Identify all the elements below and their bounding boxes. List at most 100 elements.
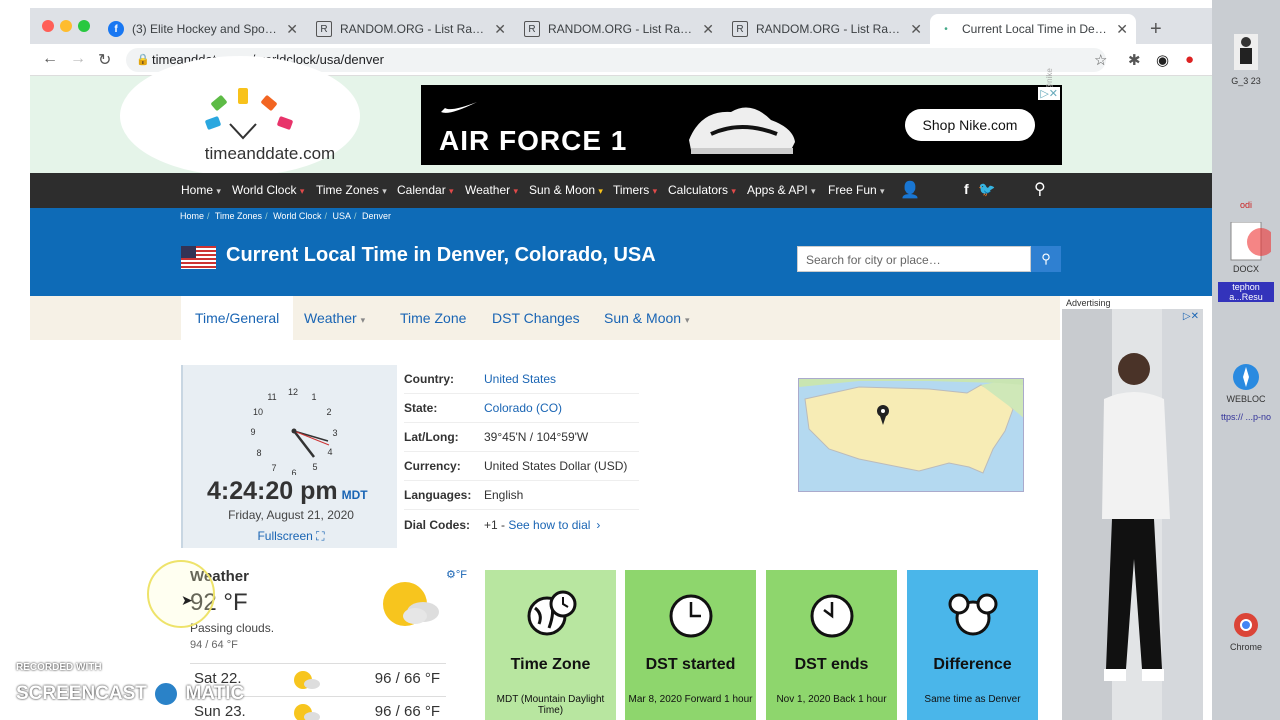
tile-subtitle: Mar 8, 2020 Forward 1 hour xyxy=(628,694,753,705)
info-row-languages: Languages: English xyxy=(404,481,639,510)
ad-close-icon[interactable]: ▷✕ xyxy=(1038,87,1060,100)
sub-tabs: Time/General Weather ▾ Time Zone DST Cha… xyxy=(30,296,1060,340)
side-ad[interactable]: ▷✕ xyxy=(1062,309,1203,720)
minimize-window-button[interactable] xyxy=(60,20,72,32)
nav-time-zones[interactable]: Time Zones ▾ xyxy=(316,183,387,197)
svg-text:1: 1 xyxy=(311,392,316,402)
watermark-recorded: RECORDED WITH xyxy=(16,662,102,673)
random-org-icon: R xyxy=(316,21,332,37)
forward-icon[interactable]: → xyxy=(70,50,86,68)
tile-subtitle: Same time as Denver xyxy=(924,694,1021,705)
desktop-file[interactable]: Chrome xyxy=(1218,610,1274,652)
nav-world-clock[interactable]: World Clock ▾ xyxy=(232,183,304,197)
site-logo[interactable]: timeanddate.com xyxy=(190,86,350,164)
reload-icon[interactable]: ↻ xyxy=(98,50,111,70)
nav-sun-moon[interactable]: Sun & Moon ▾ xyxy=(529,183,603,197)
breadcrumb-denver: Denver xyxy=(362,211,392,221)
time-zone-abbr[interactable]: MDT xyxy=(342,488,368,502)
mouse-cursor-icon: ➤ xyxy=(181,592,193,608)
maximize-window-button[interactable] xyxy=(78,20,90,32)
tile-difference[interactable]: Difference Same time as Denver xyxy=(907,570,1038,720)
nav-apps-api[interactable]: Apps & API ▾ xyxy=(747,183,816,197)
title-bar: Home / Time Zones / World Clock / USA / Denv… xyxy=(30,208,1212,296)
hockey-player-icon xyxy=(1234,34,1258,70)
random-org-icon: R xyxy=(732,21,748,37)
clock-forward-icon xyxy=(669,594,713,638)
facebook-icon[interactable]: f xyxy=(964,181,969,197)
us-map[interactable] xyxy=(798,378,1024,492)
main-nav: Home ▾ World Clock ▾ Time Zones ▾ Calend… xyxy=(30,173,1212,208)
desktop-file-label: ttps:// ...p-no xyxy=(1220,412,1272,422)
svg-text:8: 8 xyxy=(256,448,261,458)
fullscreen-link[interactable]: Fullscreen ⛶ xyxy=(183,529,399,544)
svg-text:6: 6 xyxy=(291,468,296,475)
ad-headline: AIR FORCE 1 xyxy=(439,125,628,156)
gear-icon: ⚙ xyxy=(446,569,456,581)
breadcrumb-time-zones[interactable]: Time Zones xyxy=(215,211,262,221)
window-controls xyxy=(42,20,96,35)
breadcrumb-usa[interactable]: USA xyxy=(332,211,351,221)
tab-label: RANDOM.ORG - List Random xyxy=(340,22,487,36)
breadcrumb-home[interactable]: Home xyxy=(180,211,204,221)
back-icon[interactable]: ← xyxy=(42,50,58,68)
browser-tab-active[interactable]: • Current Local Time in Denver ✕ xyxy=(930,14,1136,44)
browser-tab[interactable]: R RANDOM.ORG - List Random ✕ xyxy=(724,14,930,44)
nav-calculators[interactable]: Calculators ▾ xyxy=(668,183,736,197)
browser-tab[interactable]: R RANDOM.ORG - List Random ✕ xyxy=(516,14,722,44)
safari-webloc-icon xyxy=(1233,364,1259,390)
how-to-dial-link[interactable]: See how to dial xyxy=(508,518,590,532)
country-link[interactable]: United States xyxy=(484,372,556,386)
city-search-input[interactable]: Search for city or place… xyxy=(797,246,1031,272)
tab-time-zone[interactable]: Time Zone xyxy=(400,310,466,326)
tab-dst-changes[interactable]: DST Changes xyxy=(492,310,580,326)
partly-cloudy-icon xyxy=(383,582,439,626)
nav-timers[interactable]: Timers ▾ xyxy=(613,183,657,197)
breadcrumb-world-clock[interactable]: World Clock xyxy=(273,211,321,221)
desktop-file-label: WEBLOC xyxy=(1226,394,1266,404)
shop-nike-button[interactable]: Shop Nike.com xyxy=(905,109,1035,141)
close-tab-icon[interactable]: ✕ xyxy=(910,21,922,38)
user-icon[interactable]: 👤 xyxy=(900,180,920,200)
close-tab-icon[interactable]: ✕ xyxy=(286,21,298,38)
tab-time-general[interactable]: Time/General xyxy=(181,296,294,340)
banner-ad[interactable]: AIR FORCE 1 Shop Nike.com @nike ▷✕ xyxy=(421,68,1062,165)
close-tab-icon[interactable]: ✕ xyxy=(494,21,506,38)
twitter-icon[interactable]: 🐦 xyxy=(978,181,995,198)
nav-weather[interactable]: Weather ▾ xyxy=(465,183,518,197)
tab-label: (3) Elite Hockey and Sportsc xyxy=(132,22,279,36)
site-header: timeanddate.com AIR FORCE 1 Shop Nike.co… xyxy=(30,56,1212,176)
nav-calendar[interactable]: Calendar ▾ xyxy=(397,183,454,197)
search-icon[interactable]: ⚲ xyxy=(1034,179,1046,199)
tile-dst-ends[interactable]: DST ends Nov 1, 2020 Back 1 hour xyxy=(766,570,897,720)
tab-sun-moon[interactable]: Sun & Moon ▾ xyxy=(604,310,689,326)
close-window-button[interactable] xyxy=(42,20,54,32)
browser-tab[interactable]: R RANDOM.ORG - List Random ✕ xyxy=(308,14,514,44)
clock-panel: 12 1 2 3 4 5 6 7 8 9 10 11 4:24:20 pm MDT… xyxy=(181,365,397,548)
desktop-file[interactable]: WEBLOC xyxy=(1218,362,1274,404)
svg-text:10: 10 xyxy=(253,407,263,417)
desktop-file[interactable]: G_3 23 xyxy=(1218,30,1274,86)
ad-choices-icon[interactable]: ▷✕ xyxy=(1183,311,1199,322)
desktop-file-label: DOCX xyxy=(1232,264,1259,274)
state-link[interactable]: Colorado (CO) xyxy=(484,401,562,415)
tile-dst-started[interactable]: DST started Mar 8, 2020 Forward 1 hour xyxy=(625,570,756,720)
nav-free-fun[interactable]: Free Fun ▾ xyxy=(828,183,885,197)
svg-text:2: 2 xyxy=(326,407,331,417)
profile-extension-icon[interactable]: ◉ xyxy=(1156,51,1169,69)
extensions-icon[interactable]: ✱ xyxy=(1128,51,1141,69)
unit-toggle[interactable]: ⚙°F xyxy=(446,568,467,581)
ad-model-image xyxy=(1062,309,1203,720)
nav-home[interactable]: Home ▾ xyxy=(181,183,221,197)
adblock-icon[interactable]: ● xyxy=(1185,51,1194,68)
desktop-file-label: odi xyxy=(1239,200,1252,210)
tile-time-zone[interactable]: Time Zone MDT (Mountain Daylight Time) xyxy=(485,570,616,720)
close-tab-icon[interactable]: ✕ xyxy=(702,21,714,38)
browser-tab[interactable]: f (3) Elite Hockey and Sportsc ✕ xyxy=(100,14,306,44)
close-tab-icon[interactable]: ✕ xyxy=(1116,21,1128,38)
desktop-file[interactable]: DOCX xyxy=(1218,221,1275,274)
tab-weather[interactable]: Weather ▾ xyxy=(304,310,365,326)
search-button[interactable]: ⚲ xyxy=(1031,246,1061,272)
new-tab-icon[interactable]: + xyxy=(1150,18,1162,41)
bookmark-star-icon[interactable]: ☆ xyxy=(1094,51,1107,69)
info-row-state: State: Colorado (CO) xyxy=(404,394,639,423)
